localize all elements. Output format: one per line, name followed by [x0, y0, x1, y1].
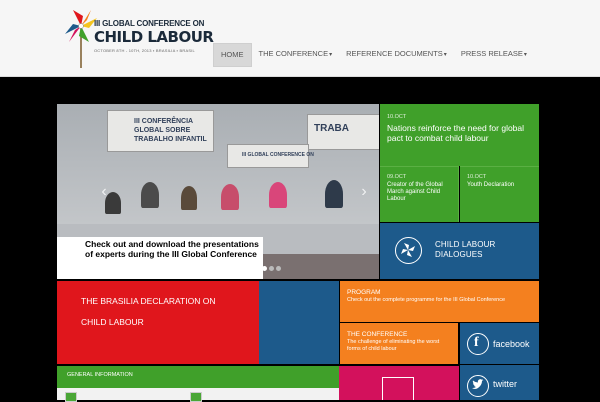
program-tile[interactable]: PROGRAM Check out the complete programme…	[340, 281, 539, 322]
program-title: PROGRAM	[347, 289, 381, 296]
dialogues-label-1: CHILD LABOUR	[435, 240, 496, 249]
slide-photo-person	[325, 180, 343, 208]
nav-press-release[interactable]: PRESS RELEASE▾	[454, 43, 534, 65]
general-information-header[interactable]: GENERAL INFORMATION	[57, 366, 339, 388]
nav-home-label: HOME	[221, 50, 244, 59]
slide-photo-screen-center: III GLOBAL CONFERENCE ON	[227, 144, 314, 168]
logo-line-3: OCTOBER 8TH - 10TH, 2013 ▪ BRASILIA ▪ BR…	[94, 48, 195, 53]
slider-pagination	[262, 266, 281, 271]
slider-dot[interactable]	[269, 266, 274, 271]
site-header: III GLOBAL CONFERENCE ON CHILD LABOUR OC…	[0, 0, 600, 77]
slide-caption[interactable]: Check out and download the presentations…	[57, 237, 263, 279]
slide-photo-person	[141, 182, 159, 208]
program-subtitle: Check out the complete programme for the…	[347, 297, 506, 303]
magenta-feature-tile[interactable]	[339, 366, 459, 400]
slider-dot[interactable]	[262, 266, 267, 271]
twitter-tile[interactable]: twitter	[460, 365, 539, 400]
dialogues-label-2: DIALOGUES	[435, 250, 483, 259]
slider-dot[interactable]	[276, 266, 281, 271]
screen-left-text: III CONFERÊNCIA GLOBAL SOBRE TRABALHO IN…	[134, 118, 207, 143]
twitter-label: twitter	[493, 379, 518, 389]
logo-line-2: CHILD LABOUR	[94, 28, 214, 46]
thumbnail-icon[interactable]	[190, 392, 202, 402]
chevron-left-icon[interactable]: ‹	[97, 182, 111, 202]
screen-center-text: III GLOBAL CONFERENCE ON	[242, 152, 314, 158]
hero-slider[interactable]: III CONFERÊNCIA GLOBAL SOBRE TRABALHO IN…	[57, 104, 379, 279]
thumbnail-icon[interactable]	[65, 392, 77, 402]
conference-title: THE CONFERENCE	[347, 331, 408, 338]
news-date: 10.OCT	[467, 174, 487, 180]
slide-photo-person	[181, 186, 197, 210]
main-nav: HOME THE CONFERENCE▾ REFERENCE DOCUMENTS…	[213, 43, 534, 67]
brasilia-declaration-tile[interactable]: THE BRASILIA DECLARATION ON CHILD LABOUR	[57, 281, 259, 364]
the-conference-tile[interactable]: THE CONFERENCE The challenge of eliminat…	[340, 323, 459, 364]
screen-right-text: TRABA	[314, 123, 349, 134]
slide-photo-screen-right: TRABA	[307, 114, 379, 150]
caret-down-icon: ▾	[523, 52, 527, 58]
facebook-label: facebook	[493, 339, 530, 349]
pinwheel-icon	[395, 237, 422, 264]
nav-reference-documents[interactable]: REFERENCE DOCUMENTS▾	[339, 43, 454, 65]
news-date: 09.OCT	[387, 174, 407, 180]
nav-the-conference[interactable]: THE CONFERENCE▾	[252, 43, 340, 65]
nav-press-release-label: PRESS RELEASE	[460, 49, 523, 58]
news-title: Creator of the Global March against Chil…	[387, 182, 443, 202]
conference-logo[interactable]: III GLOBAL CONFERENCE ON CHILD LABOUR OC…	[63, 6, 214, 70]
logo-line-1: III GLOBAL CONFERENCE ON	[94, 19, 205, 28]
child-labour-dialogues-tile[interactable]: CHILD LABOUR DIALOGUES	[380, 223, 539, 279]
slide-photo-person	[221, 184, 239, 210]
news-title: Youth Declaration	[467, 182, 515, 188]
news-tile-youth[interactable]: 10.OCT Youth Declaration	[460, 166, 539, 222]
conference-subtitle: The challenge of eliminating the worst f…	[347, 339, 440, 352]
nav-reference-documents-label: REFERENCE DOCUMENTS	[346, 49, 443, 58]
caret-down-icon: ▾	[443, 52, 447, 58]
nav-the-conference-label: THE CONFERENCE	[258, 49, 329, 58]
facebook-tile[interactable]: f facebook	[460, 323, 539, 364]
blue-feature-tile[interactable]	[259, 281, 339, 364]
general-information-title: GENERAL INFORMATION	[67, 372, 133, 378]
slide-caption-text: Check out and download the presentations…	[85, 239, 259, 259]
document-icon	[382, 377, 414, 400]
caret-down-icon: ▾	[329, 52, 333, 58]
news-tile-march[interactable]: 09.OCT Creator of the Global March again…	[380, 166, 459, 222]
chevron-right-icon[interactable]: ›	[357, 182, 371, 202]
news-tile-main[interactable]: 10.OCT Nations reinforce the need for gl…	[380, 104, 539, 166]
general-information-body	[57, 388, 339, 402]
news-date: 10.OCT	[387, 114, 407, 120]
slide-photo-screen-left: III CONFERÊNCIA GLOBAL SOBRE TRABALHO IN…	[107, 110, 214, 152]
declaration-line-2: CHILD LABOUR	[81, 317, 144, 327]
slide-photo-person	[269, 182, 287, 208]
nav-home[interactable]: HOME	[213, 43, 252, 67]
twitter-icon	[467, 375, 489, 397]
facebook-icon: f	[467, 333, 489, 355]
declaration-line-1: THE BRASILIA DECLARATION ON	[81, 296, 216, 306]
news-title: Nations reinforce the need for global pa…	[387, 123, 525, 143]
